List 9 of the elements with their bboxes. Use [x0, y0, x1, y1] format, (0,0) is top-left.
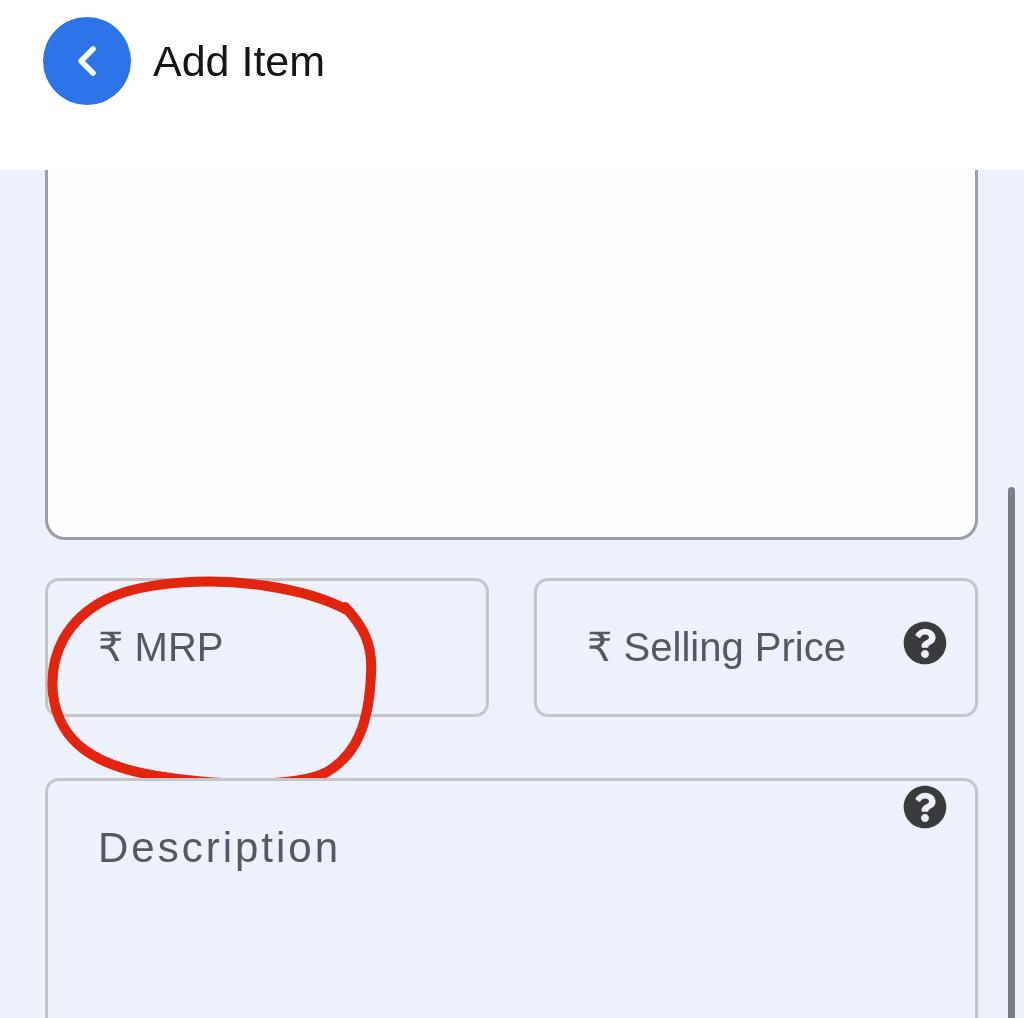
help-icon[interactable]	[903, 621, 947, 665]
page-title: Add Item	[153, 36, 326, 87]
text-area-field[interactable]	[45, 170, 978, 540]
price-input-field[interactable]: ₹ MRP	[45, 578, 489, 717]
price-input-field[interactable]: ₹ Selling Price	[534, 578, 978, 717]
scrollbar-thumb[interactable]	[1008, 487, 1015, 1018]
help-icon[interactable]	[903, 785, 947, 829]
chevron-left-icon	[78, 46, 96, 76]
description-field[interactable]: Description	[45, 778, 978, 1018]
